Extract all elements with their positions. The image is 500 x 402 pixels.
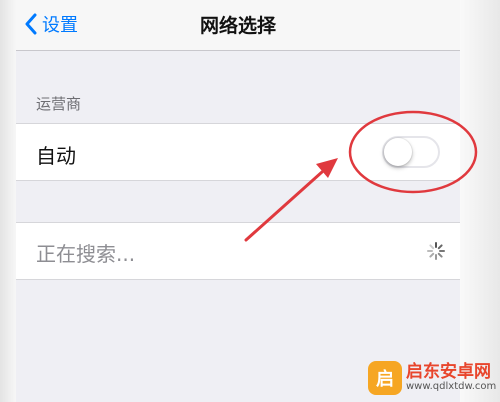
auto-select-toggle[interactable] bbox=[382, 136, 440, 168]
page-title: 网络选择 bbox=[199, 15, 276, 37]
watermark-logo-icon: 启 bbox=[368, 361, 402, 395]
searching-label: 正在搜索... bbox=[36, 242, 136, 266]
toggle-knob bbox=[384, 138, 412, 166]
screen-edge-right bbox=[460, 0, 500, 402]
watermark-name: 启东安卓网 bbox=[406, 361, 491, 382]
phone-screen: 设置 网络选择 运营商 自动 正在搜索... bbox=[16, 0, 460, 402]
auto-select-cell: 自动 bbox=[16, 123, 460, 181]
section-header-carrier: 运营商 bbox=[36, 95, 82, 113]
spinner-icon bbox=[427, 242, 445, 260]
watermark: 启 启东安卓网 www.qdlxtdw.com bbox=[368, 358, 496, 398]
navigation-bar: 设置 网络选择 bbox=[16, 0, 460, 51]
screen-edge-left bbox=[0, 0, 16, 402]
auto-select-label: 自动 bbox=[36, 144, 76, 168]
watermark-url: www.qdlxtdw.com bbox=[406, 380, 497, 392]
searching-cell: 正在搜索... bbox=[16, 222, 460, 280]
